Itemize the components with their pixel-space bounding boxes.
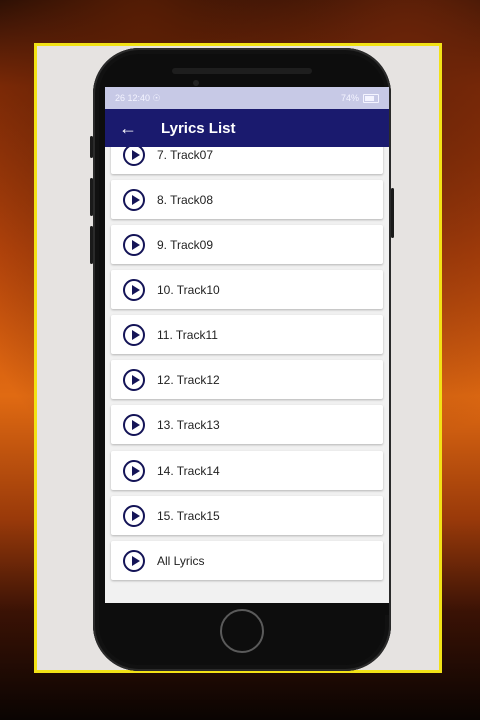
- track-label: 14. Track14: [157, 463, 220, 478]
- play-icon: [123, 504, 145, 527]
- list-item[interactable]: 8. Track08: [111, 180, 383, 219]
- status-time: 26 12:40 ☉: [115, 92, 161, 103]
- lyrics-list[interactable]: 7. Track07 8. Track08 9. Track09 10. Tra…: [105, 147, 389, 603]
- arrow-left-icon[interactable]: ←: [119, 118, 139, 139]
- track-label: 13. Track13: [157, 417, 220, 432]
- list-item[interactable]: 12. Track12: [111, 360, 383, 399]
- list-item[interactable]: 10. Track10: [111, 270, 383, 309]
- track-label: 11. Track11: [157, 327, 218, 342]
- play-icon: [123, 147, 145, 166]
- list-item[interactable]: 14. Track14: [111, 451, 383, 490]
- home-button[interactable]: [220, 609, 264, 653]
- play-icon: [123, 278, 145, 301]
- play-icon: [123, 368, 145, 391]
- track-label: 10. Track10: [157, 282, 220, 297]
- app-bar: ← Lyrics List: [105, 109, 389, 147]
- play-icon: [123, 459, 145, 482]
- phone-screen: 26 12:40 ☉ 74% ← Lyrics List 7. Track07 …: [105, 87, 389, 603]
- play-icon: [123, 549, 145, 572]
- track-label: All Lyrics: [157, 553, 205, 568]
- phone-camera: [193, 80, 199, 86]
- track-label: 7. Track07: [157, 147, 214, 162]
- play-icon: [123, 188, 145, 211]
- track-label: 8. Track08: [157, 192, 214, 207]
- phone-speaker: [172, 68, 312, 74]
- play-icon: [123, 233, 145, 256]
- battery-level: 74%: [340, 93, 359, 103]
- play-icon: [123, 413, 145, 436]
- play-icon: [123, 323, 145, 346]
- track-label: 15. Track15: [157, 508, 220, 523]
- page-title: Lyrics List: [161, 119, 236, 137]
- list-item[interactable]: 9. Track09: [111, 225, 383, 264]
- battery-icon: [363, 93, 379, 103]
- list-item[interactable]: 7. Track07: [111, 147, 383, 174]
- list-item[interactable]: 15. Track15: [111, 496, 383, 535]
- status-bar: 26 12:40 ☉ 74%: [105, 87, 389, 109]
- track-label: 12. Track12: [157, 372, 220, 387]
- list-item[interactable]: 11. Track11: [111, 315, 383, 354]
- track-label: 9. Track09: [157, 237, 214, 252]
- all-lyrics-item[interactable]: All Lyrics: [111, 541, 383, 580]
- list-item[interactable]: 13. Track13: [111, 405, 383, 444]
